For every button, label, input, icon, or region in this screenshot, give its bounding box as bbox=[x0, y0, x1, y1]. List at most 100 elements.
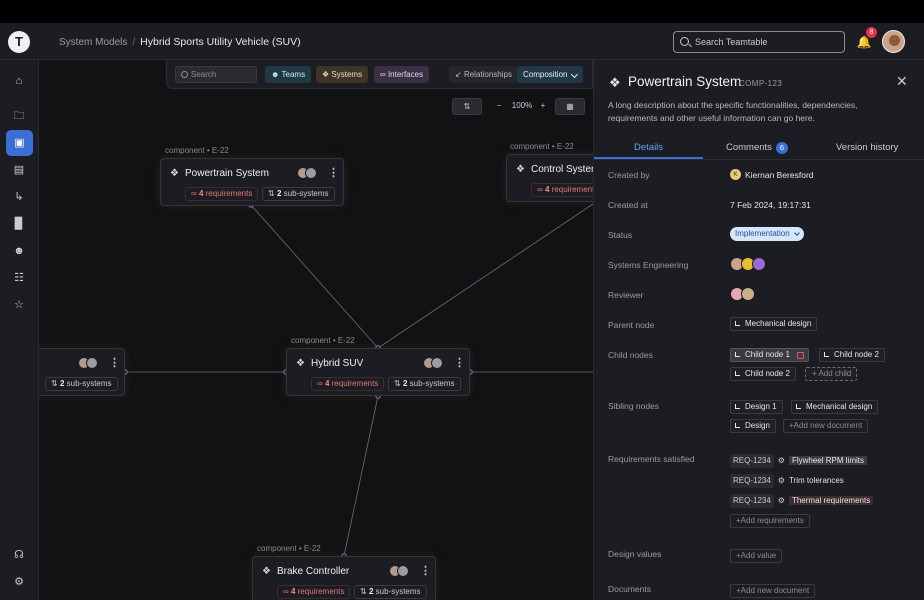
created-at-value: 7 Feb 2024, 19:17:31 bbox=[730, 200, 811, 210]
home-icon[interactable]: ⌂ bbox=[9, 71, 29, 91]
child-node-tag[interactable]: Child node 1 bbox=[730, 348, 809, 362]
settings-icon[interactable]: ⚙ bbox=[9, 572, 29, 592]
requirement-item[interactable]: REQ-1234 ⚙ Trim tolerances bbox=[730, 474, 844, 488]
requirements-label: Requirements satisfied bbox=[608, 454, 695, 464]
user-avatar[interactable] bbox=[882, 30, 905, 53]
tab-comments[interactable]: Comments 6 bbox=[726, 142, 788, 154]
created-by-label: Created by bbox=[608, 170, 650, 180]
child-node-tag[interactable]: Child node 2 bbox=[730, 367, 796, 381]
sibling-node-tag[interactable]: Design bbox=[730, 419, 776, 433]
avatar[interactable] bbox=[741, 287, 755, 301]
trash-icon[interactable] bbox=[796, 352, 804, 359]
design-values-label: Design values bbox=[608, 549, 662, 559]
star-icon[interactable]: ☆ bbox=[9, 295, 29, 315]
search-icon bbox=[680, 37, 689, 46]
fit-view-button[interactable]: ▦ bbox=[555, 98, 585, 115]
notification-count-badge: 8 bbox=[866, 27, 877, 38]
sibling-node-tag[interactable]: Design 1 bbox=[730, 400, 783, 414]
add-value-button[interactable]: +Add value bbox=[730, 549, 783, 563]
systems-filter-chip[interactable]: ❖ Systems bbox=[316, 66, 369, 83]
created-at-label: Created at bbox=[608, 200, 648, 210]
global-search-input[interactable]: Search Teamtable bbox=[673, 31, 845, 53]
node-subsystems-badge[interactable]: ⇅ 2 sub-systems bbox=[354, 585, 427, 599]
list-icon[interactable]: ☷ bbox=[9, 268, 29, 288]
requirement-item[interactable]: REQ-1234 ⚙ Thermal requirements bbox=[730, 494, 874, 508]
created-by-value[interactable]: Kiernan Beresford bbox=[745, 170, 814, 180]
node-control-system[interactable]: ❖ Control System ∞ 4 requirements bbox=[506, 154, 593, 202]
collapse-expand-button[interactable]: ⇅ bbox=[452, 98, 482, 115]
tab-comments-label: Comments bbox=[726, 142, 772, 153]
puzzle-icon: ❖ bbox=[516, 164, 525, 175]
add-requirements-button[interactable]: +Add requirements bbox=[730, 514, 810, 528]
edge-powertrain-hybrid bbox=[250, 204, 379, 349]
node-left-offscreen[interactable]: ⋮ ⇅ 2 sub-systems bbox=[39, 348, 125, 396]
node-menu-button[interactable]: ⋮ bbox=[420, 564, 431, 577]
tab-version-history[interactable]: Version history bbox=[836, 142, 898, 153]
zoom-in-button[interactable]: + bbox=[536, 98, 550, 115]
add-new-document-button[interactable]: +Add new document bbox=[730, 584, 816, 598]
interfaces-filter-chip[interactable]: ∞ Interfaces bbox=[374, 66, 430, 83]
puzzle-icon: ❖ bbox=[262, 566, 271, 577]
gear-icon: ⚙ bbox=[777, 476, 785, 485]
chart-icon[interactable]: ▉ bbox=[9, 214, 29, 234]
node-subsystems-badge[interactable]: ⇅ 2 sub-systems bbox=[45, 377, 118, 391]
link-icon: ∞ bbox=[380, 70, 388, 79]
puzzle-icon: ❖ bbox=[170, 168, 179, 179]
tab-details[interactable]: Details bbox=[594, 142, 704, 159]
breadcrumb-parent[interactable]: System Models bbox=[59, 37, 127, 48]
panel-tabs: Details Comments 6 Version history bbox=[594, 142, 924, 160]
add-document-button[interactable]: +Add new document bbox=[783, 419, 869, 433]
relationships-label: Relationships bbox=[463, 70, 512, 79]
node-hybrid-suv[interactable]: ❖ Hybrid SUV ⋮ ∞ 4 requirements ⇅ 2 sub-… bbox=[286, 348, 470, 396]
breadcrumb-current: Hybrid Sports Utility Vehicle (SUV) bbox=[140, 36, 301, 48]
node-requirements-badge[interactable]: ∞ 4 requirements bbox=[277, 585, 351, 599]
node-requirements-badge[interactable]: ∞ 4 requirements bbox=[531, 183, 593, 197]
requirement-item[interactable]: REQ-1234 ⚙ Flywheel RPM limits bbox=[730, 454, 867, 468]
avatar[interactable] bbox=[752, 257, 766, 271]
node-name: Powertrain System bbox=[185, 168, 269, 179]
node-type-label: component • E-22 bbox=[257, 544, 321, 553]
relationships-toggle[interactable]: ↙ Relationships bbox=[449, 66, 518, 83]
parent-node-tag[interactable]: Mechanical design bbox=[730, 317, 818, 331]
add-child-button[interactable]: + Add child bbox=[805, 367, 858, 381]
node-requirements-badge[interactable]: ∞ 4 requirements bbox=[311, 377, 385, 391]
panel-code: COMP-123 bbox=[739, 79, 783, 88]
node-subsystems-badge[interactable]: ⇅ 2 sub-systems bbox=[262, 187, 335, 201]
sidebar: ⌂ 🗀 ▣ ▤ ↳ ▉ ☻ ☷ ☆ ☊ ⚙ bbox=[0, 60, 39, 600]
child-node-tag[interactable]: Child node 2 bbox=[819, 348, 885, 362]
graph-canvas[interactable]: Search ☻ Teams ❖ Systems ∞ Interfaces ↙ … bbox=[39, 60, 593, 600]
node-type-label: component • E-22 bbox=[510, 142, 574, 151]
node-subsystems-badge[interactable]: ⇅ 2 sub-systems bbox=[388, 377, 461, 391]
details-panel: ❖ Powertrain System COMP-123 ✕ A long de… bbox=[593, 60, 924, 600]
node-requirements-badge[interactable]: ∞ 4 requirements bbox=[185, 187, 259, 201]
sibling-node-tag[interactable]: Mechanical design bbox=[791, 400, 879, 414]
notifications-button[interactable]: 🔔 8 bbox=[856, 27, 877, 50]
node-avatars bbox=[297, 167, 319, 179]
node-type-label: component • E-22 bbox=[165, 146, 229, 155]
node-type-label: component • E-22 bbox=[291, 336, 355, 345]
close-icon[interactable]: ✕ bbox=[896, 73, 908, 90]
app-logo[interactable]: T bbox=[8, 31, 30, 53]
canvas-search-input[interactable]: Search bbox=[175, 66, 257, 83]
node-avatars bbox=[78, 357, 100, 369]
node-menu-button[interactable]: ⋮ bbox=[328, 166, 339, 179]
status-dropdown[interactable]: Implementation bbox=[730, 227, 804, 241]
zoom-out-button[interactable]: − bbox=[492, 98, 506, 115]
top-bar: T System Models / Hybrid Sports Utility Ve… bbox=[0, 23, 924, 60]
flow-icon[interactable]: ↳ bbox=[9, 187, 29, 207]
headset-icon[interactable]: ☊ bbox=[9, 545, 29, 565]
teams-filter-chip[interactable]: ☻ Teams bbox=[265, 66, 312, 83]
node-menu-button[interactable]: ⋮ bbox=[454, 356, 465, 369]
comments-count-badge: 6 bbox=[775, 142, 788, 154]
document-icon[interactable]: ▤ bbox=[9, 160, 29, 180]
global-search-placeholder: Search Teamtable bbox=[695, 37, 768, 47]
cube-icon[interactable]: ▣ bbox=[6, 130, 33, 156]
node-brake-controller[interactable]: ❖ Brake Controller ⋮ ∞ 4 requirements ⇅ … bbox=[252, 556, 436, 600]
node-menu-button[interactable]: ⋮ bbox=[109, 356, 120, 369]
users-icon[interactable]: ☻ bbox=[9, 241, 29, 261]
breadcrumb-separator: / bbox=[132, 37, 136, 48]
systems-engineering-label: Systems Engineering bbox=[608, 260, 689, 270]
composition-dropdown[interactable]: Composition bbox=[517, 66, 584, 83]
node-powertrain-system[interactable]: ❖ Powertrain System ⋮ ∞ 4 requirements ⇅… bbox=[160, 158, 344, 206]
folder-icon[interactable]: 🗀 bbox=[9, 106, 29, 126]
